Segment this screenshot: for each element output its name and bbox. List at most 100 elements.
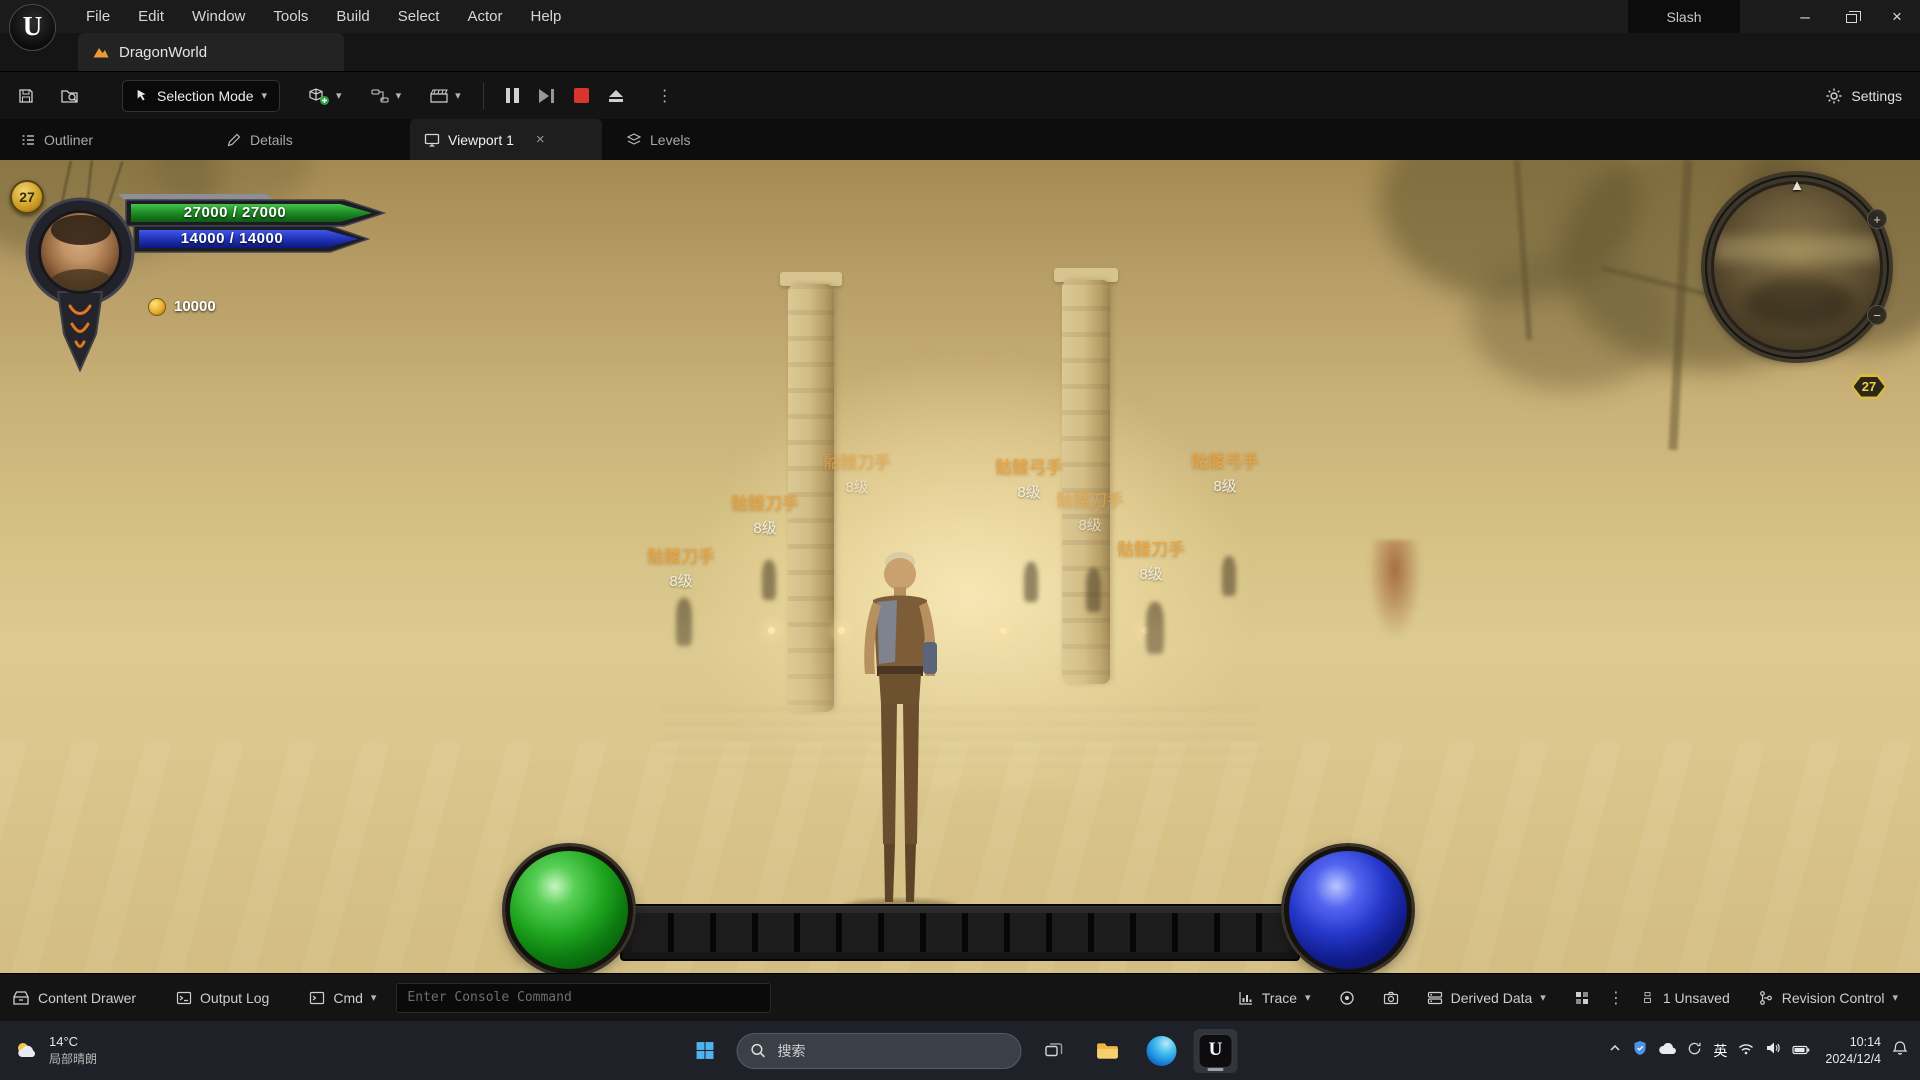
weather-widget[interactable]: 14°C 局部晴朗 bbox=[0, 1034, 111, 1067]
minimap-zoom-in-button[interactable]: + bbox=[1867, 209, 1887, 229]
player-portrait[interactable] bbox=[38, 210, 122, 294]
volume-icon[interactable] bbox=[1765, 1041, 1781, 1060]
browse-content-button[interactable] bbox=[52, 79, 88, 113]
folder-icon bbox=[1096, 1041, 1120, 1061]
cloud-icon[interactable] bbox=[1658, 1042, 1676, 1060]
details-icon bbox=[226, 132, 242, 148]
blueprints-dropdown[interactable]: ▾ bbox=[370, 87, 402, 105]
server-icon bbox=[1427, 990, 1443, 1006]
save-badge-icon bbox=[1640, 990, 1655, 1005]
battery-icon[interactable] bbox=[1792, 1042, 1810, 1060]
unreal-logo[interactable]: U bbox=[9, 4, 56, 51]
enemy-nameplate: 骷髅刀手8级 bbox=[823, 448, 891, 497]
tray-expand-button[interactable] bbox=[1608, 1041, 1622, 1060]
save-icon bbox=[17, 87, 35, 105]
security-shield-icon[interactable] bbox=[1633, 1040, 1647, 1061]
windows-logo-icon bbox=[695, 1041, 714, 1060]
chevron-down-icon: ▾ bbox=[1892, 991, 1898, 1004]
player-hud: 27 27000 / 27000 14000 / 14000 10000 bbox=[0, 174, 420, 414]
tab-levels[interactable]: Levels bbox=[612, 119, 704, 160]
eject-button[interactable] bbox=[609, 90, 623, 102]
frame-skip-button[interactable] bbox=[539, 89, 554, 103]
save-button[interactable] bbox=[8, 79, 44, 113]
editor-status-bar: Content Drawer Output Log Cmd ▾ Trace ▾ bbox=[0, 973, 1920, 1021]
revision-control-dropdown[interactable]: Revision Control ▾ bbox=[1746, 990, 1910, 1006]
chevron-down-icon: ▾ bbox=[455, 89, 461, 102]
resource-monitor-button[interactable] bbox=[1562, 990, 1602, 1006]
selection-mode-dropdown[interactable]: Selection Mode ▾ bbox=[122, 80, 280, 112]
edge-icon bbox=[1147, 1036, 1177, 1066]
viewport-icon bbox=[424, 132, 440, 148]
close-button[interactable]: × bbox=[1874, 0, 1920, 33]
asset-tab-label: DragonWorld bbox=[119, 44, 207, 61]
status-more-menu[interactable]: ⋮ bbox=[1608, 988, 1624, 1008]
settings-dropdown[interactable]: Settings bbox=[1825, 87, 1920, 105]
chevron-down-icon: ▾ bbox=[1305, 991, 1311, 1004]
system-tray: 英 10:14 2024/12/4 bbox=[1608, 1034, 1920, 1068]
enemy-nameplate: 骷髅弓手8级 bbox=[1191, 447, 1259, 496]
tab-details[interactable]: Details bbox=[212, 119, 307, 160]
play-options-menu[interactable]: ⋮ bbox=[657, 86, 673, 106]
tab-viewport-1[interactable]: Viewport 1 × bbox=[410, 119, 602, 160]
action-slot-bar[interactable] bbox=[620, 904, 1300, 961]
clock-date: 2024/12/4 bbox=[1825, 1051, 1881, 1068]
restore-button[interactable] bbox=[1828, 0, 1874, 33]
output-log-button[interactable]: Output Log bbox=[164, 974, 281, 1021]
insights-button[interactable] bbox=[1327, 990, 1367, 1006]
derived-data-dropdown[interactable]: Derived Data ▾ bbox=[1415, 990, 1558, 1006]
weather-temp: 14°C bbox=[49, 1034, 97, 1050]
menu-tools[interactable]: Tools bbox=[259, 0, 322, 33]
sync-icon[interactable] bbox=[1687, 1041, 1702, 1061]
cmd-icon bbox=[309, 990, 325, 1006]
chevron-down-icon: ▾ bbox=[336, 89, 342, 102]
menu-actor[interactable]: Actor bbox=[453, 0, 516, 33]
search-input[interactable] bbox=[737, 1033, 1022, 1069]
wifi-icon[interactable] bbox=[1738, 1042, 1754, 1060]
enemy-nameplate: 骷髅刀手8级 bbox=[647, 542, 715, 591]
menu-edit[interactable]: Edit bbox=[124, 0, 178, 33]
minimap[interactable]: ▲ + − bbox=[1705, 175, 1889, 359]
clock-time: 10:14 bbox=[1825, 1034, 1881, 1051]
menu-help[interactable]: Help bbox=[517, 0, 576, 33]
unsaved-button[interactable]: 1 Unsaved bbox=[1628, 990, 1742, 1006]
ime-indicator[interactable]: 英 bbox=[1713, 1041, 1727, 1061]
unreal-editor-window: U File Edit Window Tools Build Select Ac… bbox=[0, 0, 1920, 1080]
edge-button[interactable] bbox=[1140, 1029, 1184, 1073]
trace-dropdown[interactable]: Trace ▾ bbox=[1226, 990, 1323, 1006]
frame-skip-icon bbox=[539, 89, 549, 103]
output-log-icon bbox=[176, 990, 192, 1006]
content-drawer-button[interactable]: Content Drawer bbox=[0, 974, 148, 1021]
screenshot-button[interactable] bbox=[1371, 990, 1411, 1006]
tab-outliner[interactable]: Outliner bbox=[6, 119, 107, 160]
camera-icon bbox=[1383, 990, 1399, 1006]
taskbar-clock[interactable]: 10:14 2024/12/4 bbox=[1825, 1034, 1881, 1068]
cinematics-dropdown[interactable]: ▾ bbox=[429, 87, 461, 105]
menu-items: File Edit Window Tools Build Select Acto… bbox=[72, 0, 575, 33]
menu-window[interactable]: Window bbox=[178, 0, 259, 33]
tab-dragonworld[interactable]: DragonWorld bbox=[78, 33, 344, 71]
cmd-dropdown[interactable]: Cmd ▾ bbox=[297, 974, 388, 1021]
gold-amount: 10000 bbox=[174, 298, 216, 316]
menu-file[interactable]: File bbox=[72, 0, 124, 33]
minimize-button[interactable]: – bbox=[1782, 0, 1828, 33]
task-view-button[interactable] bbox=[1032, 1029, 1076, 1073]
minimap-zoom-out-button[interactable]: − bbox=[1867, 305, 1887, 325]
stop-button[interactable] bbox=[574, 88, 589, 103]
menu-select[interactable]: Select bbox=[384, 0, 454, 33]
add-actor-dropdown[interactable]: ▾ bbox=[308, 86, 342, 106]
pause-button[interactable] bbox=[506, 88, 519, 103]
project-name-badge: Slash bbox=[1628, 0, 1740, 33]
console-command-input[interactable] bbox=[396, 983, 771, 1013]
taskbar-search[interactable] bbox=[737, 1033, 1022, 1069]
chevron-down-icon: ▾ bbox=[371, 991, 377, 1004]
start-button[interactable] bbox=[683, 1029, 727, 1073]
chevron-down-icon: ▾ bbox=[262, 89, 268, 102]
file-explorer-button[interactable] bbox=[1086, 1029, 1130, 1073]
content-drawer-icon bbox=[12, 990, 30, 1006]
game-viewport[interactable]: 骷髅刀手8级 骷髅刀手8级 骷髅刀手8级 骷髅弓手8级 骷髅刀手8级 骷髅弓手8… bbox=[0, 160, 1920, 973]
notification-bell-icon[interactable] bbox=[1892, 1040, 1908, 1061]
menu-build[interactable]: Build bbox=[322, 0, 383, 33]
close-tab-button[interactable]: × bbox=[536, 131, 545, 148]
unreal-app-button[interactable]: U bbox=[1194, 1029, 1238, 1073]
restore-icon bbox=[1846, 14, 1857, 23]
